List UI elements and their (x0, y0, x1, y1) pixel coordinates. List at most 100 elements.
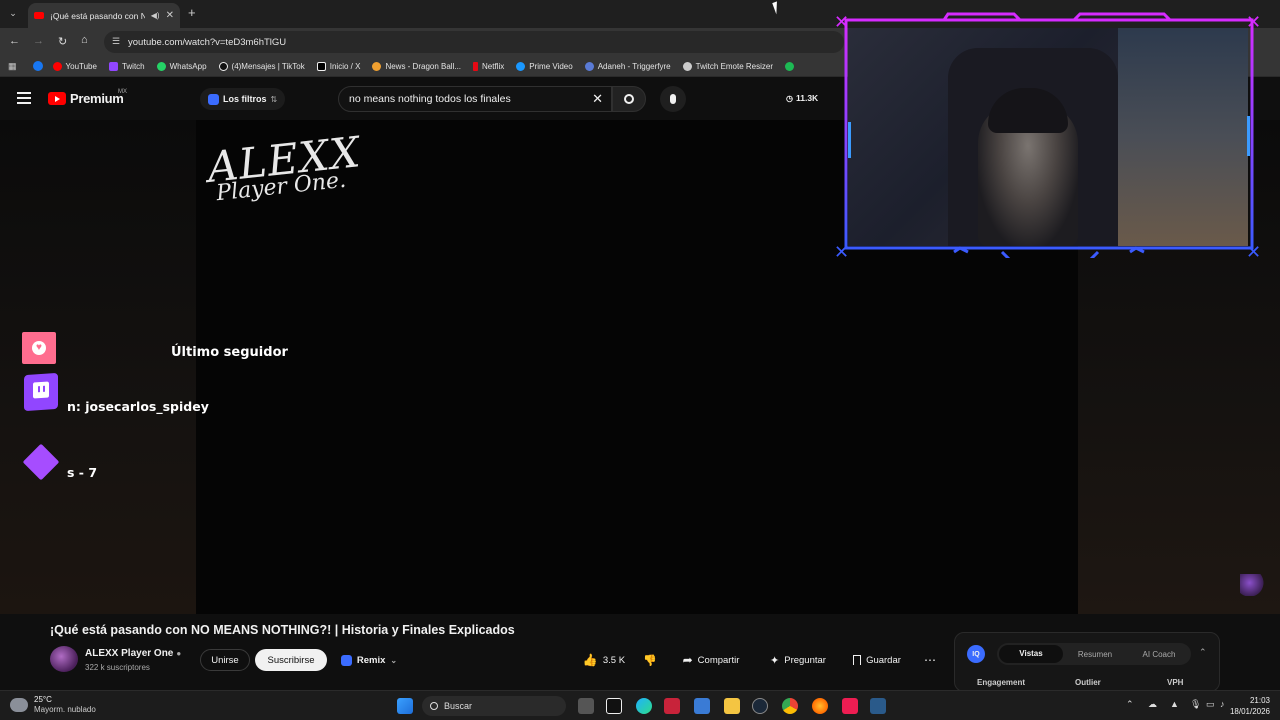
tab-audio-icon[interactable]: ◀) (151, 11, 160, 20)
tab-resumen[interactable]: Resumen (1063, 650, 1127, 659)
edge-icon[interactable] (636, 698, 652, 714)
arrow-app-icon[interactable] (870, 698, 886, 714)
tiktok-app-icon[interactable] (842, 698, 858, 714)
emote-resizer-icon (682, 61, 692, 71)
twitch-icon (108, 61, 118, 71)
tray-mic-icon[interactable]: 🎙 (1190, 699, 1201, 710)
search-icon (430, 702, 438, 710)
follower-heading: Último seguidor (171, 345, 288, 360)
bookmark-1[interactable]: Twitch (108, 61, 145, 71)
youtube-play-icon (48, 92, 66, 105)
weather-icon (10, 698, 28, 712)
iq-tabs: Vistas Resumen AI Coach (997, 643, 1191, 665)
channel-avatar[interactable] (50, 646, 78, 672)
address-bar[interactable]: ☰ youtube.com/watch?v=teD3m6hTlGU (104, 31, 844, 53)
frame-left-tick (848, 122, 851, 158)
tray-display-icon[interactable]: ▭ (1206, 699, 1215, 710)
frame-x-bl: ✕ (834, 242, 849, 258)
search-input[interactable]: no means nothing todos los finales ✕ (338, 86, 612, 112)
x-icon (316, 61, 326, 71)
task-view-icon[interactable] (578, 698, 594, 714)
bookmark-8[interactable]: Adaneh - Triggerfyre (584, 61, 671, 71)
tray-app-icon[interactable]: ▲ (1170, 699, 1179, 709)
site-info-icon[interactable]: ☰ (112, 36, 120, 47)
bookmark-0[interactable]: YouTube (52, 61, 97, 71)
taskbar-search[interactable]: Buscar (422, 696, 566, 716)
save-button[interactable]: Guardar (846, 649, 908, 671)
frame-x-tr: ✕ (1246, 12, 1261, 33)
file-explorer-icon[interactable] (724, 698, 740, 714)
tab-vistas[interactable]: Vistas (999, 645, 1063, 663)
clock[interactable]: 21:03 18/01/2026 (1226, 695, 1270, 717)
menu-icon[interactable] (17, 92, 31, 104)
tab-close-icon[interactable]: ✕ (166, 10, 174, 21)
home-icon[interactable]: ⌂ (81, 34, 88, 46)
join-button[interactable]: Unirse (200, 649, 250, 671)
subscribe-button[interactable]: Suscribirse (255, 649, 327, 671)
collapse-icon[interactable]: ⌃ (1199, 647, 1207, 658)
apps-icon[interactable]: ▦ (8, 61, 17, 72)
video-title: ¡Qué está pasando con NO MEANS NOTHING?!… (50, 623, 515, 637)
remix-button[interactable]: Remix ⌄ (334, 649, 404, 671)
windows-start-icon[interactable] (397, 698, 413, 714)
youtube-logo[interactable]: Premium (48, 91, 124, 106)
bookmark-9[interactable]: Twitch Emote Resizer (682, 61, 773, 71)
store-icon[interactable] (694, 698, 710, 714)
weather-widget[interactable]: 25°C Mayorm. nublado (10, 695, 96, 715)
dragonball-icon (372, 61, 382, 71)
filters-button[interactable]: Los filtros ⇅ (200, 88, 286, 110)
more-icon: ⋯ (924, 653, 936, 667)
bookmark-4[interactable]: Inicio / X (316, 61, 360, 71)
windows-taskbar: 25°C Mayorm. nublado Buscar ⌃ ☁ ▲ 🎙 ▭ ♪ … (0, 690, 1280, 720)
like-button[interactable]: 👍 3.5 K (576, 649, 632, 671)
sliders-icon: ⇅ (270, 94, 278, 104)
bookmark-6[interactable]: Netflix (473, 61, 504, 71)
firefox-icon[interactable] (812, 698, 828, 714)
tab-search-button[interactable]: ⌄ (6, 6, 20, 20)
corner-emote-icon (1240, 574, 1264, 596)
channel-name[interactable]: ALEXX Player One ● (85, 648, 181, 659)
tab-ai-coach[interactable]: AI Coach (1127, 650, 1191, 659)
region-badge: MX (118, 89, 127, 95)
new-tab-button[interactable]: + (188, 5, 196, 20)
thumbs-up-icon: 👍 (582, 653, 598, 667)
filters-label: Los filtros (223, 94, 267, 104)
clear-search-icon[interactable]: ✕ (592, 91, 603, 107)
more-actions-button[interactable]: ⋯ (918, 649, 942, 671)
prime-video-icon (516, 61, 526, 71)
follower-name: n: josecarlos_spidey (67, 399, 209, 414)
heart-badge-icon: ♥ (22, 332, 56, 364)
twitch-badge-icon (24, 372, 58, 412)
chevron-down-icon: ⌄ (390, 655, 398, 665)
bookmark-5[interactable]: News - Dragon Ball... (372, 61, 461, 71)
app-red-icon[interactable] (664, 698, 680, 714)
clock-time: 21:03 (1249, 696, 1270, 705)
forward-icon[interactable]: → (33, 35, 44, 47)
tray-chevron-icon[interactable]: ⌃ (1126, 699, 1134, 710)
search-button[interactable] (612, 86, 646, 112)
chrome-icon[interactable] (782, 698, 798, 714)
frame-right-tick (1247, 116, 1250, 156)
ask-button[interactable]: ✦ Preguntar (762, 649, 834, 671)
microphone-icon (670, 94, 676, 104)
back-icon[interactable]: ← (9, 35, 20, 47)
voice-search-button[interactable] (660, 86, 686, 112)
dislike-button[interactable]: 👎 (638, 649, 662, 671)
webcam-frame: ✕ ✕ ✕ ✕ (834, 12, 1261, 258)
spotify-bookmark[interactable] (785, 61, 794, 71)
bookmark-7[interactable]: Prime Video (516, 61, 573, 71)
browser-tab-active[interactable]: ¡Qué está pasando con N... ◀) ✕ (28, 3, 180, 28)
reload-icon[interactable]: ↻ (58, 35, 67, 48)
netflix-icon (473, 61, 479, 71)
bookmark-3[interactable]: (4)Mensajes | TikTok (218, 61, 305, 71)
facebook-icon[interactable] (32, 61, 43, 71)
column-vph: VPH (1167, 678, 1184, 687)
iq-remix-icon (340, 654, 352, 666)
tray-network-icon[interactable]: ☁ (1148, 699, 1157, 710)
capcut-icon[interactable] (606, 698, 622, 714)
tray-volume-icon[interactable]: ♪ (1220, 699, 1225, 709)
share-button[interactable]: ➦ Compartir (676, 649, 746, 671)
bookmark-2[interactable]: WhatsApp (156, 61, 207, 71)
iq-stats-panel: IQ Vistas Resumen AI Coach ⌃ Engagement … (954, 632, 1220, 692)
steam-icon[interactable] (752, 698, 768, 714)
